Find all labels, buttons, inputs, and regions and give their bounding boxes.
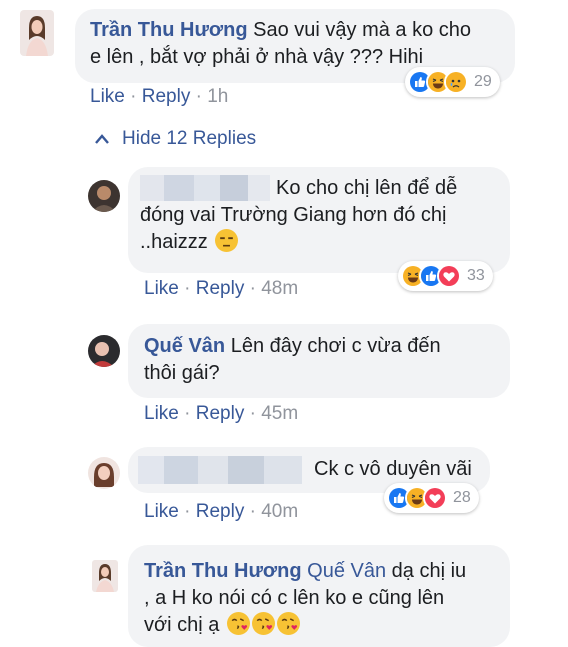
reply-link[interactable]: Reply	[196, 278, 245, 299]
reply-text: Ck c vô duyên vãi	[314, 458, 472, 480]
reaction-count: 33	[467, 267, 485, 284]
avatar[interactable]	[88, 457, 120, 489]
sad-reaction-icon	[444, 70, 468, 94]
like-link[interactable]: Like	[90, 86, 125, 107]
reply-text: , a H ko nói có c lên ko e cũng lên	[144, 587, 445, 609]
like-link[interactable]: Like	[144, 501, 179, 522]
separator: ·	[190, 86, 208, 107]
timestamp[interactable]: 48m	[261, 278, 298, 299]
love-reaction-icon	[437, 264, 461, 288]
reply-bubble: Trần Thu Hương Quế Vân dạ chị iu , a H k…	[128, 545, 510, 647]
chevron-up-icon	[95, 134, 109, 144]
avatar-tran-thu-huong[interactable]	[20, 10, 54, 56]
hide-replies-label: Hide 12 Replies	[122, 128, 257, 149]
reaction-summary[interactable]: 33	[398, 261, 493, 291]
blurred-author-name	[138, 456, 302, 484]
reply-text: dạ chị iu	[391, 560, 467, 582]
comment-author[interactable]: Trần Thu Hương	[90, 19, 248, 41]
kissing-heart-emoji-icon	[226, 612, 250, 635]
like-link[interactable]: Like	[144, 278, 179, 299]
avatar-tran-thu-huong[interactable]	[92, 560, 118, 592]
separator: ·	[178, 403, 196, 424]
separator: ·	[178, 278, 196, 299]
reply-link[interactable]: Reply	[196, 501, 245, 522]
kissing-heart-emoji-icon	[276, 612, 300, 635]
like-link[interactable]: Like	[144, 403, 179, 424]
reply-actions: Like · Reply · 40m	[144, 501, 298, 523]
reply-actions: Like · Reply · 48m	[144, 278, 298, 300]
unamused-emoji-icon	[215, 229, 239, 252]
separator: ·	[244, 501, 262, 522]
avatar-que-van[interactable]	[88, 335, 120, 367]
reply-link[interactable]: Reply	[142, 86, 191, 107]
reaction-count: 29	[474, 73, 492, 90]
separator: ·	[124, 86, 142, 107]
reply-text: ..haizzz	[140, 231, 208, 253]
separator: ·	[244, 403, 262, 424]
reply-link[interactable]: Reply	[196, 403, 245, 424]
reaction-summary[interactable]: 29	[405, 67, 500, 97]
blurred-author-name	[140, 175, 270, 201]
reply-text: Ko cho chị lên để dễ	[276, 177, 458, 199]
reply-actions: Like · Reply · 45m	[144, 403, 298, 425]
reply-text: Lên đây chơi c vừa đến	[230, 335, 441, 357]
comment-actions: Like · Reply · 1h	[90, 86, 228, 108]
reaction-summary[interactable]: 28	[384, 483, 479, 513]
reply-text: đóng vai Trường Giang hơn đó chị	[140, 204, 447, 226]
reply-bubble: Ko cho chị lên để dễ đóng vai Trường Gia…	[128, 167, 510, 273]
kissing-heart-emoji-icon	[251, 612, 275, 635]
reply-author[interactable]: Trần Thu Hương	[144, 560, 302, 582]
timestamp[interactable]: 40m	[261, 501, 298, 522]
separator: ·	[178, 501, 196, 522]
timestamp[interactable]: 45m	[261, 403, 298, 424]
mention-tag[interactable]: Quế Vân	[307, 560, 386, 582]
reply-bubble: Quế Vân Lên đây chơi c vừa đến thôi gái?	[128, 324, 510, 398]
timestamp[interactable]: 1h	[207, 86, 228, 107]
avatar[interactable]	[88, 180, 120, 212]
reaction-count: 28	[453, 489, 471, 506]
reply-text: với chị ạ	[144, 614, 220, 636]
reply-text: thôi gái?	[144, 362, 220, 384]
separator: ·	[244, 278, 262, 299]
hide-replies-toggle[interactable]: Hide 12 Replies	[94, 128, 256, 150]
comment-text: Sao vui vậy mà a ko cho	[253, 19, 472, 41]
love-reaction-icon	[423, 486, 447, 510]
reply-author[interactable]: Quế Vân	[144, 335, 225, 357]
